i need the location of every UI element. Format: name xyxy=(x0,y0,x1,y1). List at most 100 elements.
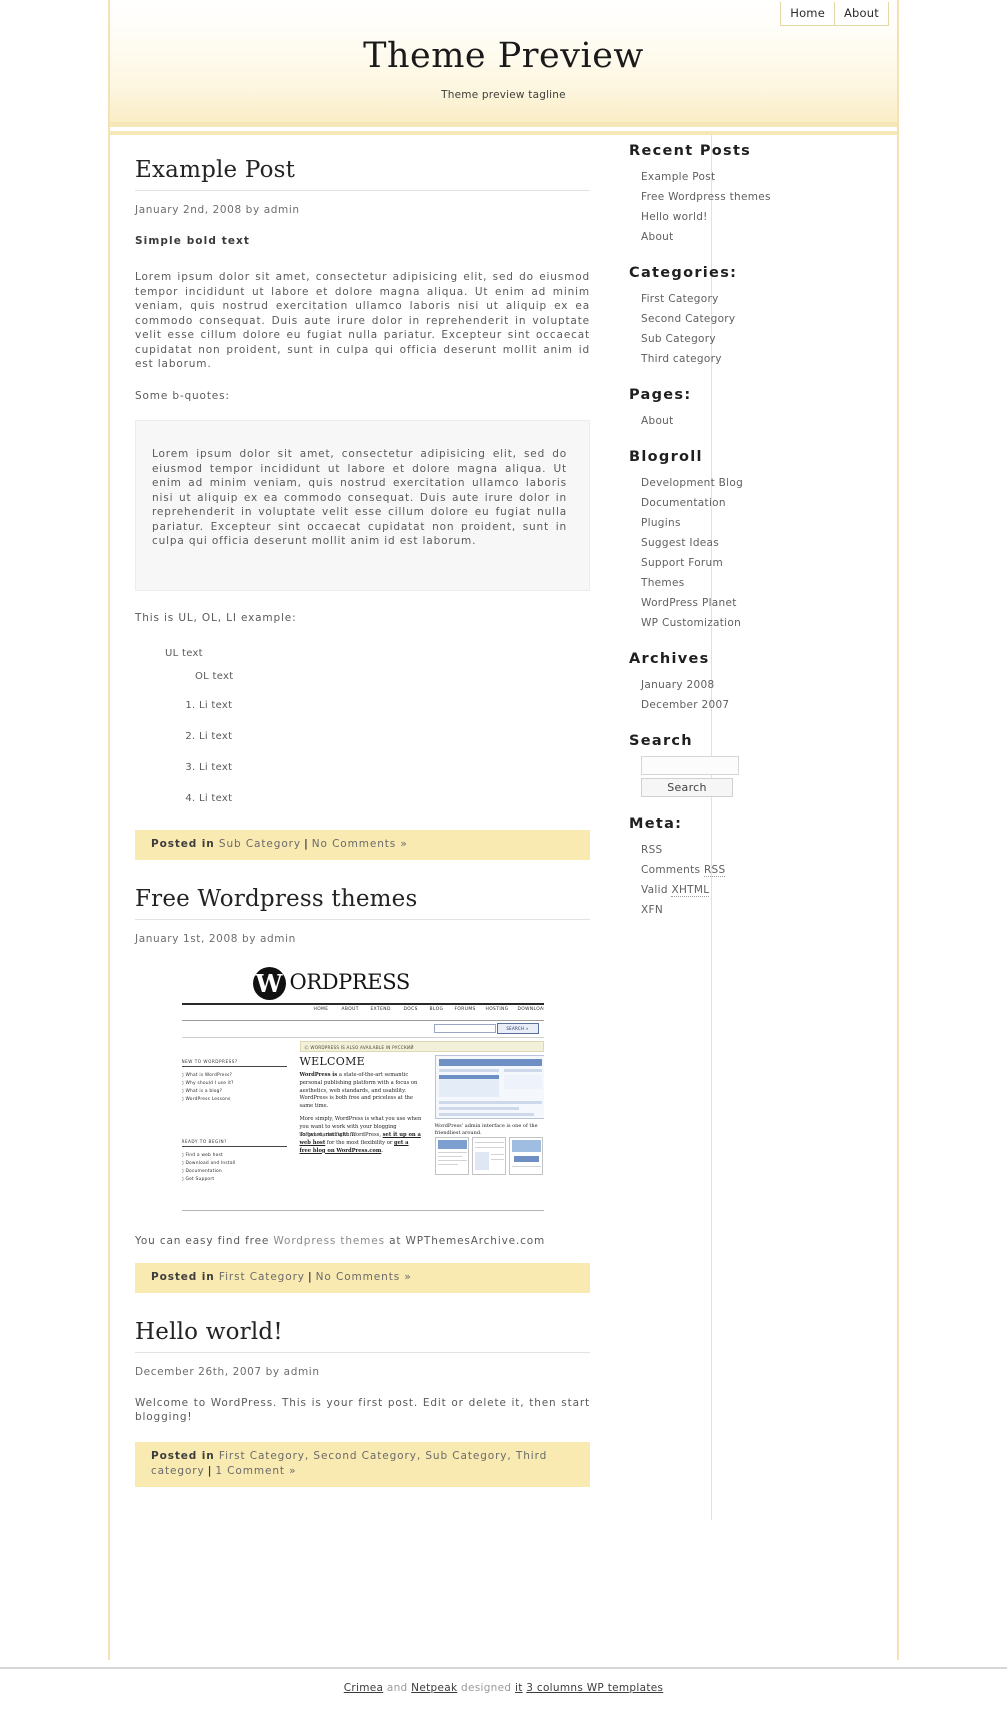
search-form: Search xyxy=(629,756,879,797)
meta-link-xfn[interactable]: XFN xyxy=(641,904,663,916)
post-caption: You can easy find free Wordpress themes … xyxy=(135,1215,590,1247)
unordered-list: UL text OL text Li text Li text Li text … xyxy=(135,642,590,814)
meta-link-rss[interactable]: RSS xyxy=(641,844,663,856)
wp-new-section-title: NEW TO WORDPRESS? xyxy=(181,1059,287,1067)
posted-in-label: Posted in xyxy=(151,1449,215,1462)
post-blockquote: Lorem ipsum dolor sit amet, consectetur … xyxy=(135,420,590,591)
sidebar-heading: Blogroll xyxy=(629,449,703,465)
footer-link-it[interactable]: it xyxy=(515,1682,523,1694)
list-item: About xyxy=(641,410,879,430)
list-item: Third category xyxy=(641,348,879,368)
sidebar-link-wordpress-planet[interactable]: WordPress Planet xyxy=(641,597,737,609)
wp-left-item: ◊ What is WordPress? xyxy=(181,1072,233,1078)
wp-thumbnail xyxy=(509,1136,544,1175)
wp-rule-nav xyxy=(181,1019,544,1021)
sidebar-list: RSS Comments RSS Valid XHTML XFN xyxy=(629,839,879,919)
caption-link[interactable]: Wordpress themes xyxy=(273,1235,384,1247)
meta-link-valid-xhtml[interactable]: Valid XHTML xyxy=(641,883,710,897)
sidebar-link-example-post[interactable]: Example Post xyxy=(641,171,715,183)
sidebar-link-free-wordpress-themes[interactable]: Free Wordpress themes xyxy=(641,191,771,203)
caption-prefix: You can easy find free xyxy=(135,1234,274,1247)
sidebar-list: First Category Second Category Sub Categ… xyxy=(629,288,879,368)
footer-link-netpeak[interactable]: Netpeak xyxy=(411,1682,457,1694)
sidebar-link-january-2008[interactable]: January 2008 xyxy=(641,679,714,691)
sidebar-block-pages: Pages: About xyxy=(629,387,879,430)
caption-suffix: at WPThemesArchive.com xyxy=(384,1234,546,1247)
main-content: Example Post January 2nd, 2008 by admin … xyxy=(135,135,590,1491)
nav-item-home[interactable]: Home xyxy=(780,2,835,26)
search-button[interactable]: Search xyxy=(641,778,733,797)
abbr-rss: RSS xyxy=(703,863,726,877)
post-paragraph: Welcome to WordPress. This is your first… xyxy=(135,1396,590,1424)
sidebar-link-documentation[interactable]: Documentation xyxy=(641,497,726,509)
post-meta-bar: Posted in Sub Category | No Comments » xyxy=(135,830,590,860)
list-item: Example Post xyxy=(641,166,879,186)
meta-link-comments-rss[interactable]: Comments RSS xyxy=(641,863,726,877)
sidebar-list: January 2008 December 2007 xyxy=(629,674,879,714)
footer-text-designed: designed xyxy=(457,1682,515,1694)
wp-nav-hosting: HOSTING xyxy=(485,1006,509,1012)
sidebar-link-wp-customization[interactable]: WP Customization xyxy=(641,617,741,629)
wp-nav-blog: BLOG xyxy=(429,1006,444,1012)
list-item: Valid XHTML xyxy=(641,879,879,899)
sidebar-link-december-2007[interactable]: December 2007 xyxy=(641,699,729,711)
list-item: Li text xyxy=(199,752,590,783)
post-title[interactable]: Hello world! xyxy=(135,1297,590,1353)
sidebar-link-plugins[interactable]: Plugins xyxy=(641,517,681,529)
wp-ready-title: READY TO BEGIN? xyxy=(181,1139,287,1147)
sidebar-list: About xyxy=(629,410,879,430)
post-category-link[interactable]: First Category xyxy=(219,1450,305,1462)
wp-navigation: HOME ABOUT EXTEND DOCS BLOG FORUMS HOSTI… xyxy=(182,1007,544,1018)
sidebar-link-second-category[interactable]: Second Category xyxy=(641,313,735,325)
wp-ready-item: ◊ Find a web host xyxy=(181,1152,223,1158)
wp-rule-bottom xyxy=(181,1209,544,1211)
list-item: Support Forum xyxy=(641,552,879,572)
wordpress-org-screenshot: W ORDPRESS HOME ABOUT EXTEND DOCS BLOG F… xyxy=(181,966,544,1215)
post-category-link[interactable]: First Category xyxy=(219,1271,305,1283)
blockquote-text: Lorem ipsum dolor sit amet, consectetur … xyxy=(152,448,567,548)
sidebar-link-support-forum[interactable]: Support Forum xyxy=(641,557,723,569)
post-title[interactable]: Example Post xyxy=(135,135,590,191)
wp-admin-preview-image xyxy=(434,1054,544,1119)
sidebar-link-page-about[interactable]: About xyxy=(641,415,674,427)
post-example-post: Example Post January 2nd, 2008 by admin … xyxy=(135,135,590,860)
list-item: Development Blog xyxy=(641,472,879,492)
post-comments-link[interactable]: No Comments » xyxy=(312,838,408,850)
sidebar-link-third-category[interactable]: Third category xyxy=(641,353,722,365)
sidebar-block-categories: Categories: First Category Second Catego… xyxy=(629,265,879,368)
post-category-link[interactable]: Second Category xyxy=(313,1450,416,1462)
wp-ready-item: ◊ Get Support xyxy=(181,1177,215,1183)
search-input[interactable] xyxy=(641,756,739,775)
list-item: Li text xyxy=(199,721,590,752)
footer-link-crimea[interactable]: Crimea xyxy=(344,1682,384,1694)
sidebar-link-suggest-ideas[interactable]: Suggest Ideas xyxy=(641,537,719,549)
post-category-link[interactable]: Sub Category xyxy=(425,1450,507,1462)
site-header: Home About Theme Preview Theme preview t… xyxy=(110,0,897,122)
sidebar-link-first-category[interactable]: First Category xyxy=(641,293,719,305)
wp-rule-mid xyxy=(181,1036,544,1038)
list-item: Hello world! xyxy=(641,206,879,226)
sidebar-link-sub-category[interactable]: Sub Category xyxy=(641,333,716,345)
posted-in-label: Posted in xyxy=(151,1270,215,1283)
posted-in-label: Posted in xyxy=(151,838,215,851)
post-title[interactable]: Free Wordpress themes xyxy=(135,864,590,920)
content-area: Example Post January 2nd, 2008 by admin … xyxy=(110,135,897,1660)
sidebar-link-about[interactable]: About xyxy=(641,231,674,243)
post-comments-link[interactable]: No Comments » xyxy=(316,1271,412,1283)
nav-item-about[interactable]: About xyxy=(834,2,889,26)
list-item: Suggest Ideas xyxy=(641,532,879,552)
primary-navigation: Home About xyxy=(780,2,889,26)
sidebar-link-development-blog[interactable]: Development Blog xyxy=(641,477,743,489)
sidebar: Recent Posts Example Post Free Wordpress… xyxy=(629,143,879,938)
sidebar-link-themes[interactable]: Themes xyxy=(641,577,685,589)
wp-para3-end: . xyxy=(381,1147,383,1154)
wp-thumbnail xyxy=(434,1136,469,1175)
post-comments-link[interactable]: 1 Comment » xyxy=(215,1465,296,1477)
list-item: Themes xyxy=(641,572,879,592)
post-category-link[interactable]: Sub Category xyxy=(219,838,301,850)
wp-middle-column: WELCOME WordPress is a state-of-the-art … xyxy=(300,1055,422,1144)
wp-nav-extend: EXTEND xyxy=(370,1006,391,1012)
list-item: First Category xyxy=(641,288,879,308)
sidebar-link-hello-world[interactable]: Hello world! xyxy=(641,211,708,223)
footer-link-templates[interactable]: 3 columns WP templates xyxy=(526,1682,663,1694)
